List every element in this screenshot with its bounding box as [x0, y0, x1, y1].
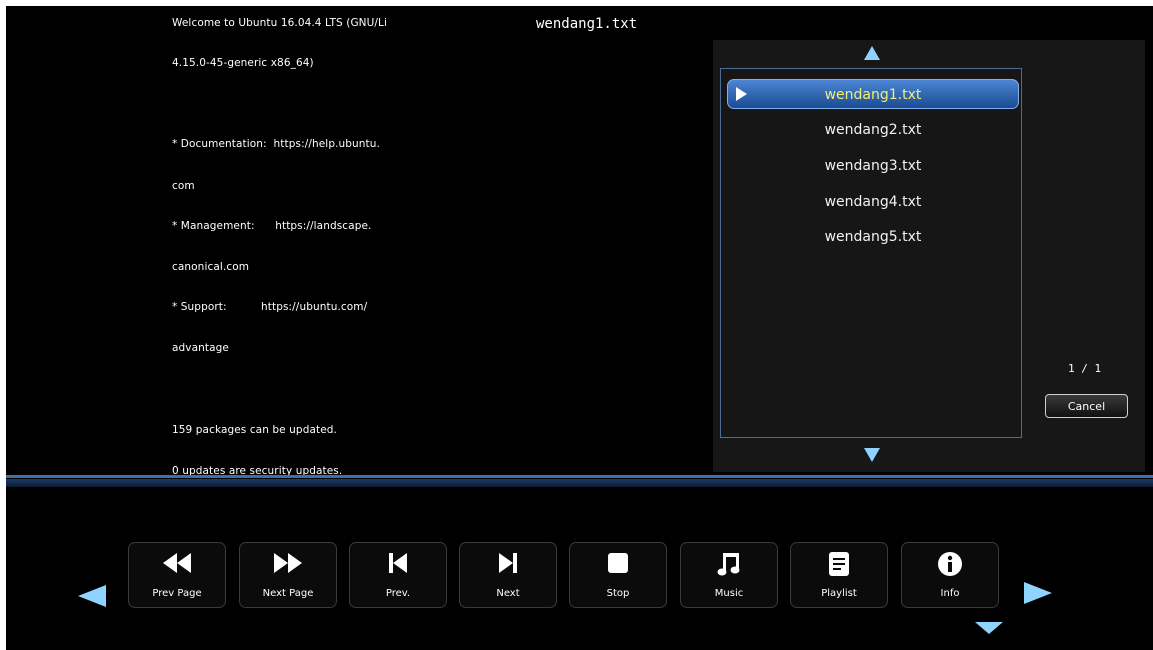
file-list-item[interactable]: wendang3.txt — [727, 151, 1019, 181]
button-label: Prev. — [385, 588, 411, 599]
viewer-line: * Documentation: https://help.ubuntu. — [172, 138, 380, 150]
fast-rewind-icon — [129, 551, 225, 581]
button-label: Prev Page — [152, 588, 202, 599]
skip-next-icon — [460, 551, 556, 581]
viewer-line: Welcome to Ubuntu 16.04.4 LTS (GNU/Li — [172, 17, 388, 29]
button-label: Info — [940, 588, 960, 599]
file-list-item[interactable]: wendang5.txt — [727, 222, 1019, 252]
music-button[interactable]: Music — [680, 542, 778, 608]
toolbar-left-arrow-icon[interactable] — [78, 585, 106, 607]
viewer-line: * Support: https://ubuntu.com/ — [172, 301, 368, 313]
next-page-button[interactable]: Next Page — [239, 542, 337, 608]
fast-forward-icon — [240, 551, 336, 581]
button-label: Music — [714, 588, 744, 599]
viewer-line: advantage — [172, 342, 229, 354]
file-list-item[interactable]: wendang4.txt — [727, 187, 1019, 217]
file-name: wendang3.txt — [824, 158, 922, 174]
viewer-line: * Management: https://landscape. — [172, 220, 372, 232]
divider — [6, 475, 1153, 478]
file-name: wendang5.txt — [824, 229, 922, 245]
viewer-line: canonical.com — [172, 261, 250, 273]
scroll-up-icon[interactable] — [864, 46, 880, 60]
viewer-line: 4.15.0-45-generic x86_64) — [172, 57, 314, 69]
cancel-button[interactable]: Cancel — [1045, 394, 1128, 418]
playlist-icon — [791, 551, 887, 581]
page-indicator: 1 / 1 — [1068, 362, 1102, 375]
viewer-title: wendang1.txt — [536, 16, 638, 32]
stop-icon — [570, 551, 666, 581]
file-name: wendang4.txt — [824, 194, 922, 210]
play-arrow-icon — [736, 87, 747, 101]
button-label: Stop — [606, 588, 630, 599]
playlist-button[interactable]: Playlist — [790, 542, 888, 608]
info-icon — [902, 551, 998, 581]
button-label: Next — [496, 588, 520, 599]
scroll-down-icon[interactable] — [864, 448, 880, 462]
toolbar-down-arrow-icon[interactable] — [975, 622, 1003, 634]
file-name: wendang1.txt — [824, 87, 922, 103]
next-track-button[interactable]: Next — [459, 542, 557, 608]
skip-previous-icon — [350, 551, 446, 581]
file-name: wendang2.txt — [824, 122, 922, 138]
viewer-line: com — [172, 180, 195, 192]
button-label: Next Page — [262, 588, 314, 599]
file-list-item[interactable]: wendang2.txt — [727, 115, 1019, 145]
music-note-icon — [681, 551, 777, 581]
prev-track-button[interactable]: Prev. — [349, 542, 447, 608]
stop-button[interactable]: Stop — [569, 542, 667, 608]
viewer-line: 159 packages can be updated. — [172, 424, 337, 436]
button-label: Playlist — [821, 588, 857, 599]
prev-page-button[interactable]: Prev Page — [128, 542, 226, 608]
file-list-item-selected[interactable]: wendang1.txt — [727, 79, 1019, 109]
info-button[interactable]: Info — [901, 542, 999, 608]
toolbar-right-arrow-icon[interactable] — [1024, 582, 1052, 604]
divider-glow — [6, 479, 1153, 487]
